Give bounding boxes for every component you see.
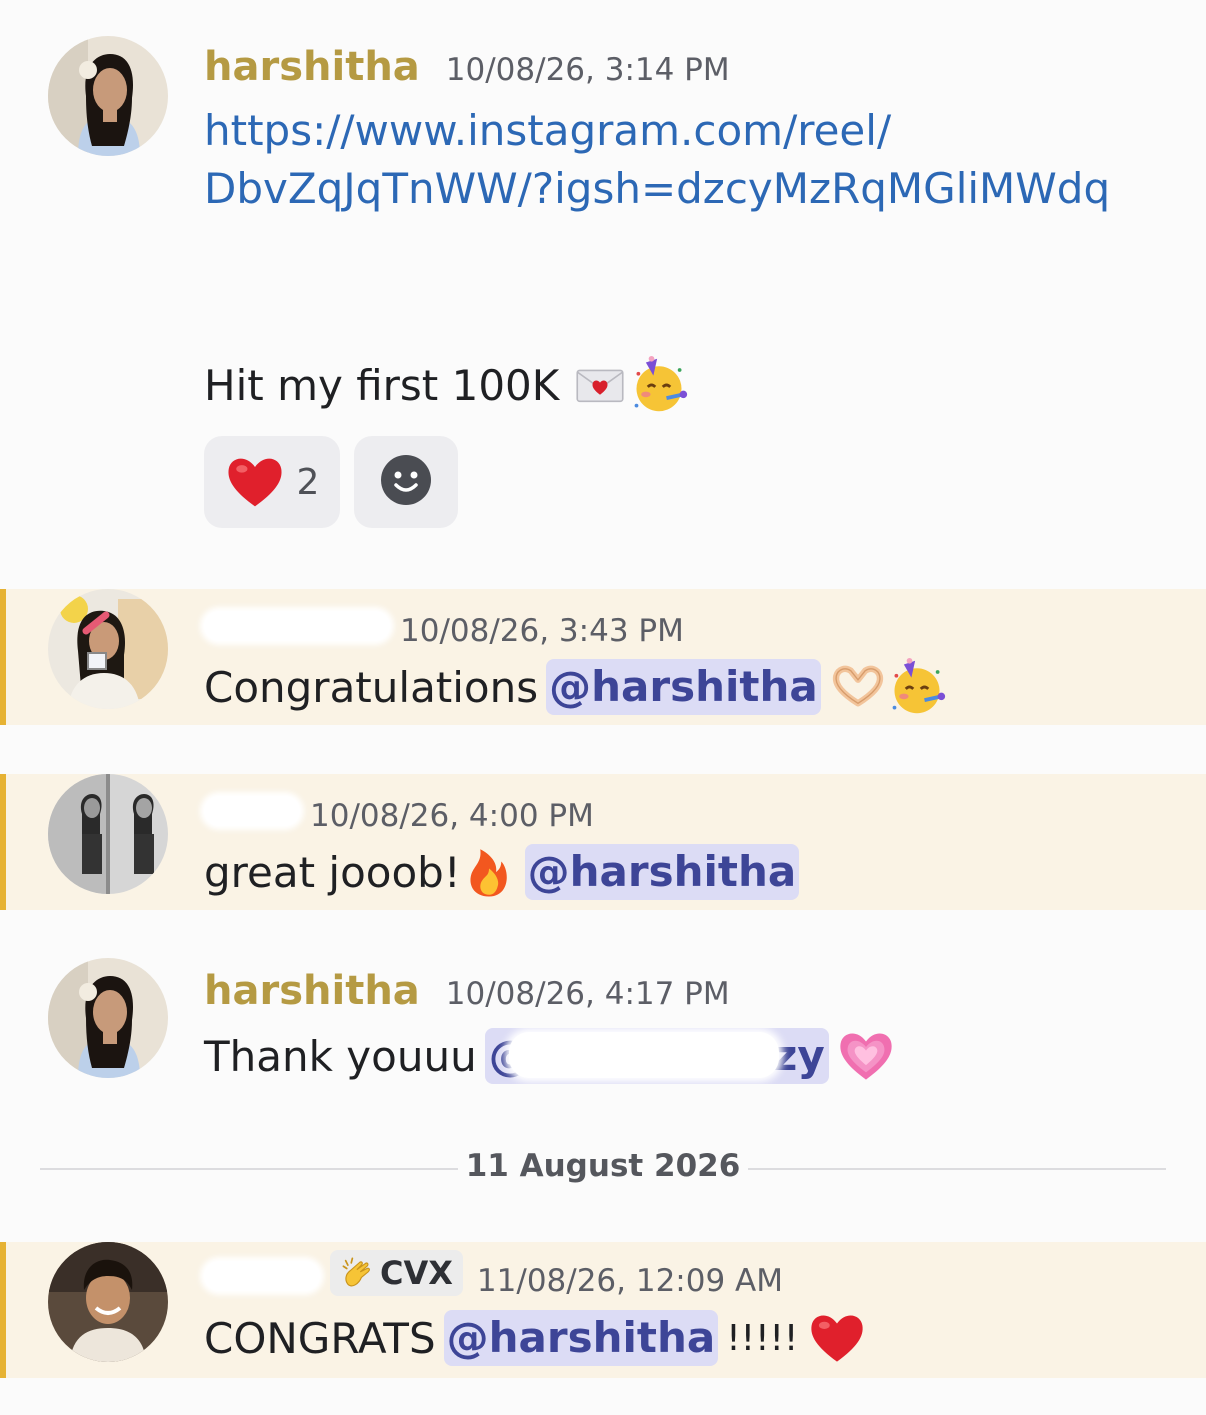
avatar[interactable] xyxy=(48,36,168,156)
avatar[interactable] xyxy=(48,589,168,709)
message-link[interactable]: https://www.instagram.com/reel/ xyxy=(204,102,1110,160)
message-text-body: great jooob! xyxy=(204,847,461,897)
add-reaction-button[interactable] xyxy=(354,436,458,528)
message-text-body: Congratulations xyxy=(204,662,539,712)
user-mention[interactable]: @harshitha xyxy=(546,659,821,715)
message-text: Hit my first 100K xyxy=(204,356,689,414)
message-text-body: CONGRATS xyxy=(204,1313,436,1363)
chat-view: harshitha 10/08/26, 3:14 PM https://www.… xyxy=(0,0,1206,1415)
message-header: 10/08/26, 4:00 PM xyxy=(204,792,594,834)
username[interactable]: harshitha xyxy=(204,968,420,1014)
message-text-body: Hit my first 100K xyxy=(204,360,560,410)
message-text-suffix: !!!!! xyxy=(726,1317,799,1359)
message-text: great jooob! @harshitha xyxy=(204,842,807,902)
username-redacted[interactable] xyxy=(204,792,300,826)
red-heart-icon xyxy=(225,452,285,512)
message-link-continued[interactable]: DbvZqJqTnWW/?igsh=dzcyMzRqMGliMWdq xyxy=(204,160,1110,218)
user-mention[interactable]: @harshitha xyxy=(443,1310,719,1366)
growing-heart-icon xyxy=(837,1027,895,1085)
partying-face-icon xyxy=(629,355,689,415)
message-text: Thank youuu @ zy xyxy=(204,1026,895,1086)
heart-hands-icon xyxy=(829,658,887,716)
server-tag-label: CVX xyxy=(380,1254,453,1292)
timestamp: 10/08/26, 3:43 PM xyxy=(400,613,684,649)
message-highlighted: CVX 11/08/26, 12:09 AM CONGRATS @harshit… xyxy=(0,1242,1206,1378)
message-text: CONGRATS @harshitha !!!!! xyxy=(204,1308,866,1368)
message-text: Congratulations @harshitha xyxy=(204,657,947,717)
username-redacted[interactable] xyxy=(204,607,390,641)
partying-face-icon xyxy=(887,657,947,717)
message-highlighted: 10/08/26, 3:43 PM Congratulations @harsh… xyxy=(0,589,1206,725)
reaction-count: 2 xyxy=(296,461,320,503)
message-highlighted: 10/08/26, 4:00 PM great jooob! @harshith… xyxy=(0,774,1206,910)
red-heart-icon xyxy=(808,1309,866,1367)
avatar[interactable] xyxy=(48,958,168,1078)
avatar[interactable] xyxy=(48,774,168,894)
reactions-bar: 2 xyxy=(204,436,458,528)
user-mention[interactable]: @harshitha xyxy=(524,844,800,900)
message: harshitha 10/08/26, 4:17 PM Thank youuu … xyxy=(0,958,1206,1108)
add-reaction-icon xyxy=(380,454,432,510)
timestamp: 11/08/26, 12:09 AM xyxy=(476,1263,784,1299)
love-letter-icon xyxy=(571,359,629,411)
clapping-hands-icon xyxy=(340,1255,376,1291)
message-header: 10/08/26, 3:43 PM xyxy=(204,607,684,649)
date-divider-label: 11 August 2026 xyxy=(465,1148,741,1184)
timestamp: 10/08/26, 4:17 PM xyxy=(445,976,730,1012)
message-text-body: Thank youuu xyxy=(204,1031,477,1081)
fire-icon xyxy=(461,843,517,901)
link-block: https://www.instagram.com/reel/ DbvZqJqT… xyxy=(204,102,1110,218)
reaction-red-heart[interactable]: 2 xyxy=(204,436,340,528)
message-header: harshitha 10/08/26, 4:17 PM xyxy=(204,968,730,1014)
username-redacted[interactable] xyxy=(204,1257,320,1291)
message-header: CVX 11/08/26, 12:09 AM xyxy=(204,1250,783,1299)
date-divider: 11 August 2026 xyxy=(40,1148,1166,1188)
username[interactable]: harshitha xyxy=(204,44,420,90)
message-header: harshitha 10/08/26, 3:14 PM xyxy=(204,44,730,90)
avatar[interactable] xyxy=(48,1242,168,1362)
timestamp: 10/08/26, 4:00 PM xyxy=(310,798,594,834)
timestamp: 10/08/26, 3:14 PM xyxy=(445,52,730,88)
user-mention-redacted[interactable]: @ zy xyxy=(484,1028,829,1084)
message: harshitha 10/08/26, 3:14 PM https://www.… xyxy=(0,30,1206,550)
server-tag-badge[interactable]: CVX xyxy=(330,1250,463,1296)
